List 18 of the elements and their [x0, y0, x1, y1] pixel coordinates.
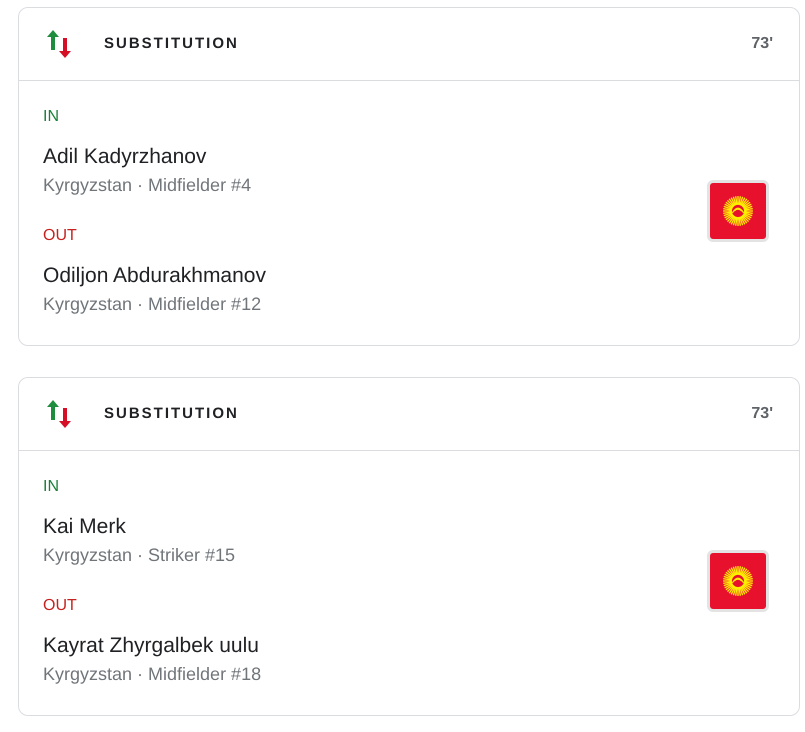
- minute-label: 73': [751, 404, 773, 424]
- player-detail: Kyrgyzstan · Midfielder #18: [43, 663, 262, 685]
- substitution-direction-label: OUT: [43, 596, 78, 616]
- player-name: Kai Merk: [43, 514, 127, 540]
- substitution-direction-label: IN: [43, 477, 60, 497]
- flag-icon: [707, 550, 769, 612]
- flag-icon: [707, 180, 769, 242]
- minute-label: 73': [751, 34, 773, 54]
- substitution-direction-label: IN: [43, 107, 60, 127]
- card-title: SUBSTITUTION: [104, 34, 239, 54]
- player-detail: Kyrgyzstan · Striker #15: [43, 544, 236, 566]
- card-title: SUBSTITUTION: [104, 404, 239, 424]
- player-name: Kayrat Zhyrgalbek uulu: [43, 633, 260, 659]
- player-name: Odiljon Abdurakhmanov: [43, 263, 267, 289]
- player-detail: Kyrgyzstan · Midfielder #4: [43, 174, 252, 196]
- player-detail: Kyrgyzstan · Midfielder #12: [43, 293, 262, 315]
- player-name: Adil Kadyrzhanov: [43, 144, 208, 170]
- substitution-direction-label: OUT: [43, 226, 78, 246]
